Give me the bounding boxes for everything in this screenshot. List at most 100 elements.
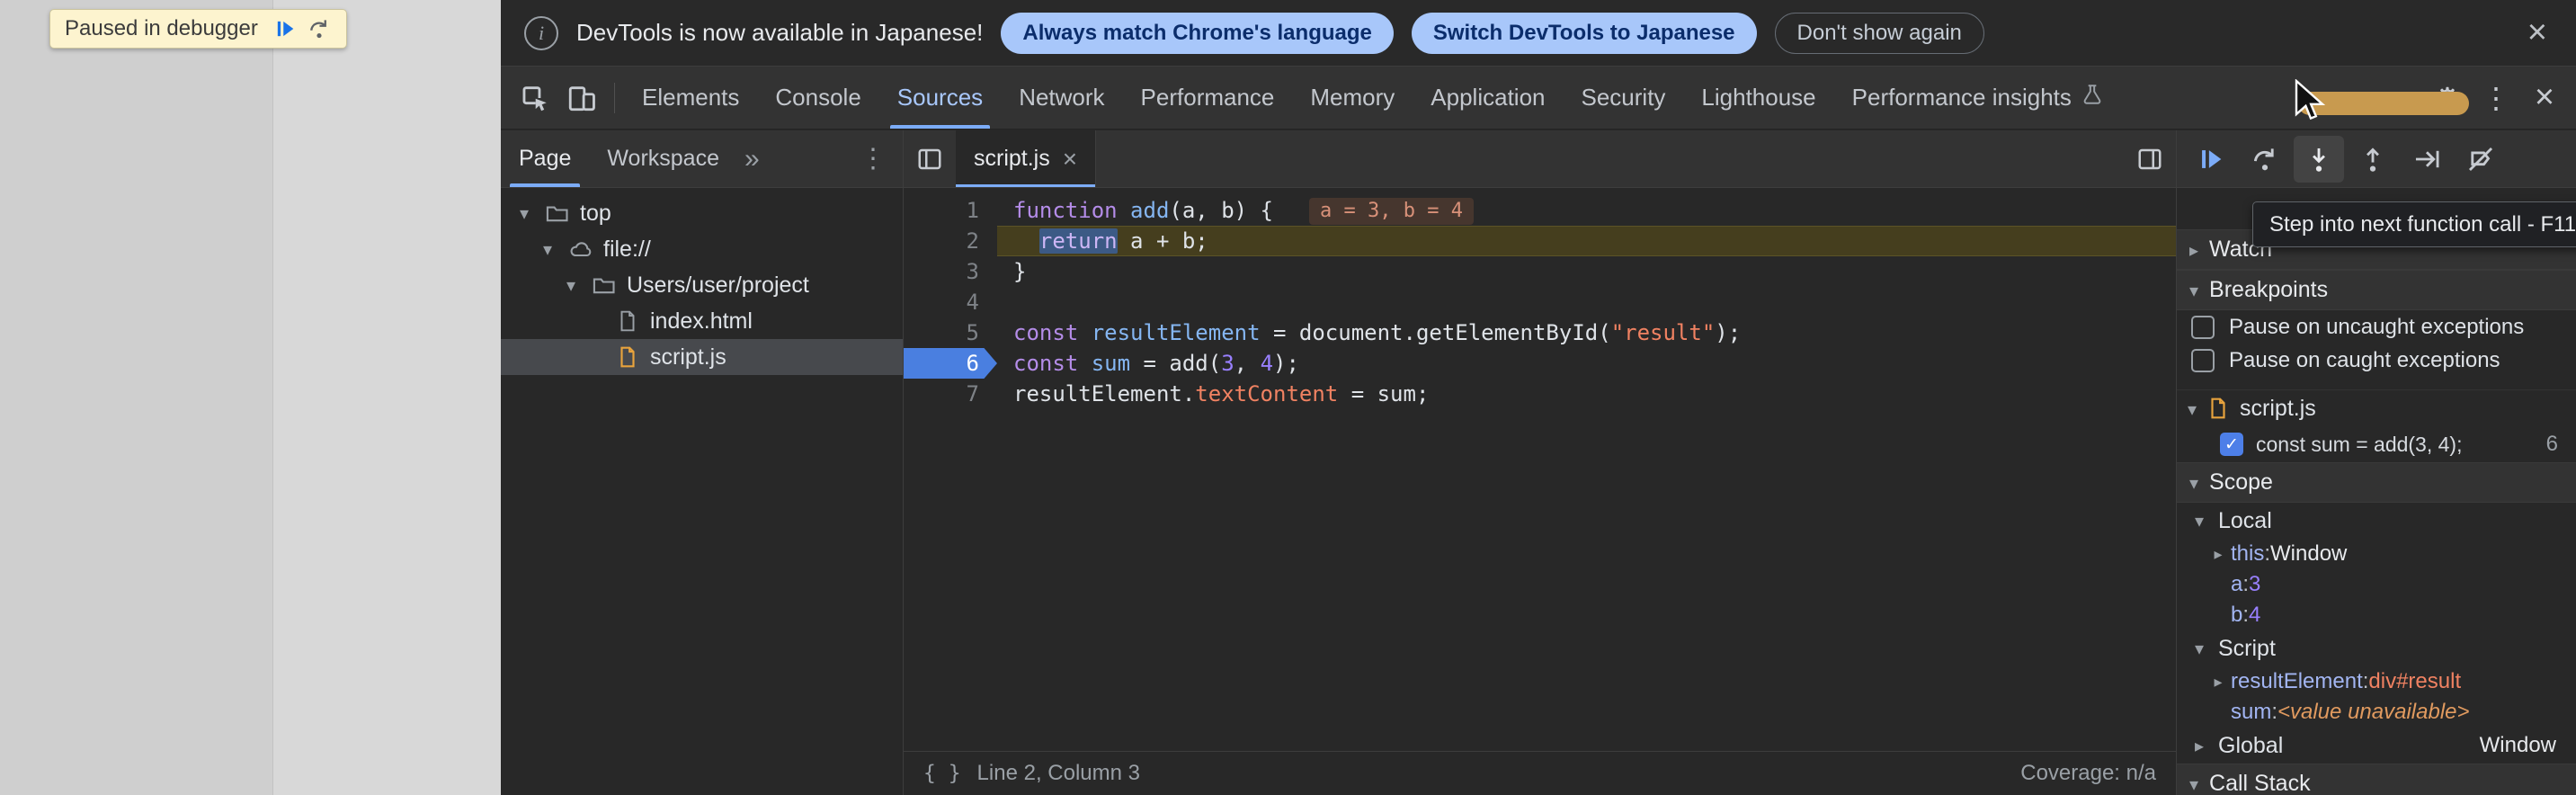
code-line-4: 4 bbox=[904, 287, 2176, 317]
scope-section-header[interactable]: Scope bbox=[2177, 462, 2576, 503]
tab-network[interactable]: Network bbox=[1001, 67, 1122, 129]
code-token: = document. bbox=[1261, 320, 1416, 345]
breakpoint-entry[interactable]: const sum = add(3, 4); 6 bbox=[2177, 426, 2576, 462]
editor-pane: script.js × 1function add(a, b) {a = 3, … bbox=[904, 130, 2176, 795]
code-token: a + b; bbox=[1118, 228, 1208, 254]
breakpoint-line-number: 6 bbox=[2546, 432, 2567, 457]
tree-item-index.html[interactable]: index.html bbox=[501, 303, 903, 339]
resume-script-icon[interactable] bbox=[272, 16, 298, 41]
page-background bbox=[272, 0, 501, 795]
js-file-icon bbox=[2206, 396, 2231, 421]
always-match-language-button[interactable]: Always match Chrome's language bbox=[1001, 13, 1394, 54]
call-stack-section-header[interactable]: Call Stack bbox=[2177, 764, 2576, 795]
tree-item-top[interactable]: ▾top bbox=[501, 195, 903, 231]
tree-item-script.js[interactable]: script.js bbox=[501, 339, 903, 375]
pause-uncaught-label: Pause on uncaught exceptions bbox=[2229, 315, 2524, 340]
tree-item-users-user-project[interactable]: ▾Users/user/project bbox=[501, 267, 903, 303]
tab-lighthouse[interactable]: Lighthouse bbox=[1683, 67, 1833, 129]
tab-performance-insights[interactable]: Performance insights bbox=[1834, 67, 2122, 129]
navigator-pane: Page Workspace » ⋮ ▾top▾file://▾Users/us… bbox=[501, 130, 904, 795]
inspect-icon[interactable] bbox=[512, 75, 558, 121]
step-button[interactable] bbox=[2402, 136, 2452, 183]
tab-memory[interactable]: Memory bbox=[1292, 67, 1413, 129]
toggle-debugger-sidebar-icon[interactable] bbox=[2124, 130, 2176, 187]
breakpoints-section-header[interactable]: Breakpoints bbox=[2177, 270, 2576, 310]
scope-var-sum: sum: <value unavailable> bbox=[2177, 697, 2576, 728]
scope-var-value: 4 bbox=[2249, 603, 2260, 628]
infobar-close-icon[interactable]: × bbox=[2515, 13, 2560, 52]
gutter-line-1[interactable]: 1 bbox=[904, 195, 997, 226]
toggle-navigator-icon[interactable] bbox=[904, 130, 956, 187]
scope-group-script[interactable]: ▾Script bbox=[2177, 630, 2576, 666]
scope-var-name: b bbox=[2231, 603, 2242, 628]
code-line-7: 7resultElement.textContent = sum; bbox=[904, 379, 2176, 409]
code-token: add bbox=[1130, 198, 1169, 223]
gutter-line-2[interactable]: 2 bbox=[904, 226, 997, 256]
debugger-toolbar bbox=[2177, 130, 2576, 188]
code-editor[interactable]: 1function add(a, b) {a = 3, b = 42 retur… bbox=[904, 188, 2176, 751]
dont-show-again-button[interactable]: Don't show again bbox=[1775, 13, 1984, 54]
step-into-button[interactable] bbox=[2294, 136, 2344, 183]
gutter-line-3[interactable]: 3 bbox=[904, 256, 997, 287]
code-token: 4 bbox=[1261, 351, 1273, 376]
pause-caught-checkbox[interactable] bbox=[2191, 349, 2215, 372]
pause-uncaught-checkbox[interactable] bbox=[2191, 316, 2215, 339]
code-token: function bbox=[1013, 198, 1118, 223]
tab-security[interactable]: Security bbox=[1564, 67, 1684, 129]
code-line-5: 5const resultElement = document.getEleme… bbox=[904, 317, 2176, 348]
tab-console[interactable]: Console bbox=[757, 67, 878, 129]
mouse-cursor bbox=[2293, 79, 2331, 124]
step-out-button[interactable] bbox=[2348, 136, 2398, 183]
paused-banner-label: Paused in debugger bbox=[65, 16, 258, 41]
code-token: return bbox=[1039, 228, 1118, 254]
editor-statusbar: { } Line 2, Column 3 Coverage: n/a bbox=[904, 751, 2176, 795]
tab-workspace[interactable]: Workspace bbox=[589, 130, 737, 187]
step-over-button[interactable] bbox=[2240, 136, 2290, 183]
gutter-line-4[interactable]: 4 bbox=[904, 287, 997, 317]
tab-page[interactable]: Page bbox=[501, 130, 589, 187]
pause-uncaught-row[interactable]: Pause on uncaught exceptions bbox=[2177, 310, 2576, 344]
scope-var-this[interactable]: ▸this: Window bbox=[2177, 539, 2576, 569]
language-infobar: DevTools is now available in Japanese! A… bbox=[501, 0, 2576, 67]
tab-close-icon[interactable]: × bbox=[1063, 145, 1077, 174]
gutter-line-7[interactable]: 7 bbox=[904, 379, 997, 409]
deactivate-breakpoints-button[interactable] bbox=[2456, 136, 2506, 183]
tab-performance[interactable]: Performance bbox=[1123, 67, 1293, 129]
chevron-right-icon: ▸ bbox=[2206, 673, 2231, 692]
more-menu-icon[interactable]: ⋮ bbox=[2473, 81, 2518, 115]
scope-group-global[interactable]: ▸GlobalWindow bbox=[2177, 728, 2576, 764]
tab-application[interactable]: Application bbox=[1413, 67, 1563, 129]
inline-values-badge: a = 3, b = 4 bbox=[1309, 198, 1474, 225]
devtools-tabbar: ElementsConsoleSourcesNetworkPerformance… bbox=[501, 67, 2576, 130]
navigator-menu-icon[interactable]: ⋮ bbox=[843, 143, 903, 174]
breakpoint-file-group[interactable]: script.js bbox=[2177, 390, 2576, 426]
scope-var-resultElement[interactable]: ▸resultElement: div#result bbox=[2177, 666, 2576, 697]
device-toolbar-icon[interactable] bbox=[558, 75, 605, 121]
tab-elements[interactable]: Elements bbox=[624, 67, 757, 129]
tree-item-file-[interactable]: ▾file:// bbox=[501, 231, 903, 267]
gutter-line-5[interactable]: 5 bbox=[904, 317, 997, 348]
devtools-window: DevTools is now available in Japanese! A… bbox=[501, 0, 2576, 795]
gutter-line-6[interactable]: 6 bbox=[904, 348, 997, 379]
scope-group-local[interactable]: ▾Local bbox=[2177, 503, 2576, 539]
code-token: resultElement bbox=[1092, 320, 1261, 345]
pause-caught-row[interactable]: Pause on caught exceptions bbox=[2177, 344, 2576, 377]
code-line-1: 1function add(a, b) {a = 3, b = 4 bbox=[904, 195, 2176, 226]
devtools-close-icon[interactable]: × bbox=[2522, 78, 2567, 117]
breakpoint-checkbox[interactable] bbox=[2220, 433, 2243, 456]
code-token: ); bbox=[1715, 320, 1741, 345]
code-token: resultElement. bbox=[1013, 381, 1195, 406]
js-file-icon bbox=[614, 344, 641, 371]
pretty-print-icon[interactable]: { } bbox=[923, 762, 961, 785]
code-token bbox=[1013, 228, 1039, 254]
resume-button[interactable] bbox=[2186, 136, 2236, 183]
editor-tab-scriptjs[interactable]: script.js × bbox=[956, 130, 1096, 187]
breakpoint-file-label: script.js bbox=[2240, 396, 2316, 422]
scope-var-value: Window bbox=[2270, 541, 2347, 567]
more-tabs-icon[interactable]: » bbox=[737, 144, 767, 174]
code-line-3: 3} bbox=[904, 256, 2176, 287]
step-over-icon[interactable] bbox=[307, 16, 332, 41]
tab-sources[interactable]: Sources bbox=[879, 67, 1001, 129]
switch-to-japanese-button[interactable]: Switch DevTools to Japanese bbox=[1412, 13, 1757, 54]
code-token: } bbox=[1013, 259, 1026, 284]
